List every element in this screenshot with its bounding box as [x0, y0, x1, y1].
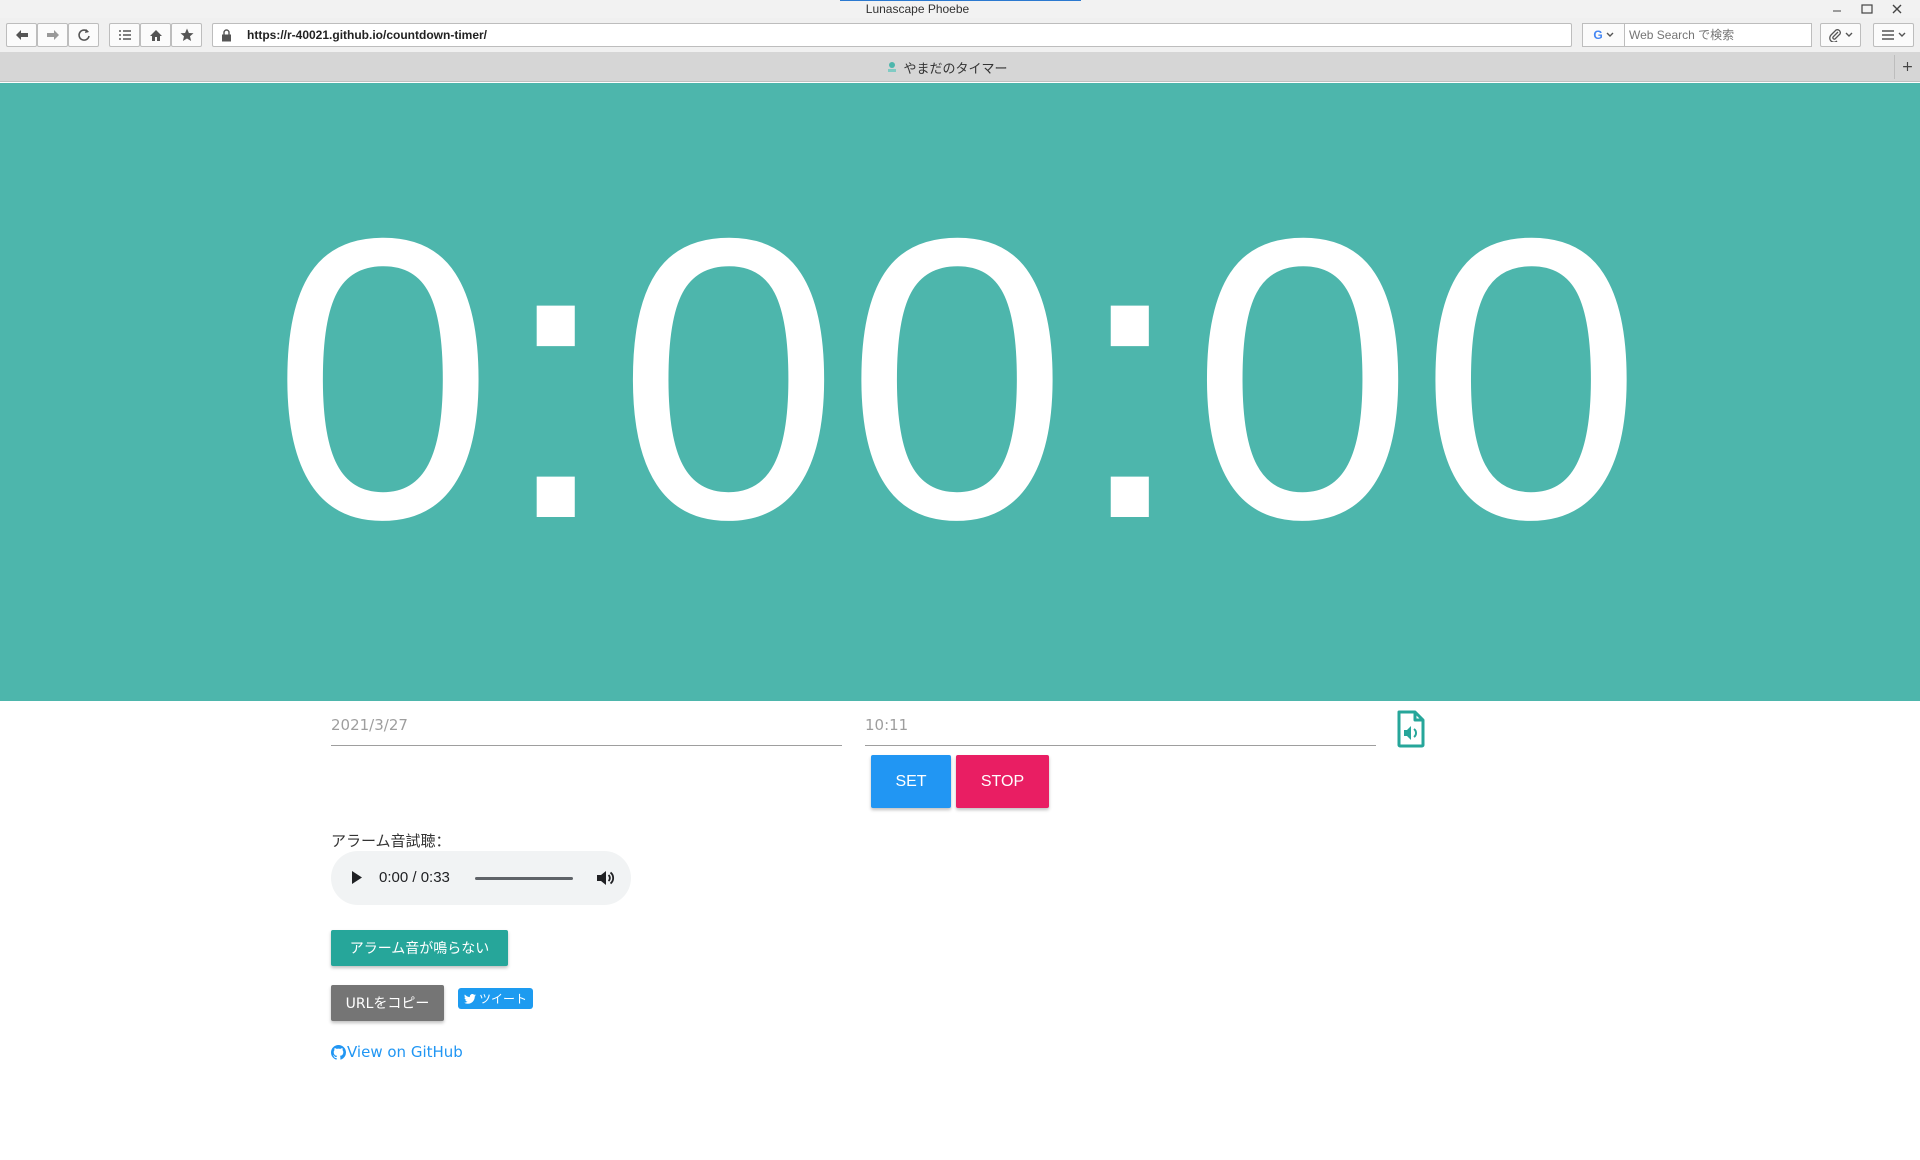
browser-toolbar: https://r-40021.github.io/countdown-time… — [0, 18, 1920, 52]
close-window-button[interactable] — [1882, 1, 1912, 17]
countdown-display: 0:00:00 — [271, 155, 1649, 602]
search-engine-selector[interactable]: G — [1582, 23, 1624, 47]
audio-progress-slider[interactable] — [475, 877, 573, 880]
time-value: 10:11 — [865, 716, 909, 734]
paperclip-icon — [1828, 29, 1841, 42]
tab-active[interactable]: やまだのタイマー — [0, 52, 1894, 82]
maximize-button[interactable] — [1852, 1, 1882, 17]
audio-time: 0:00 / 0:33 — [379, 869, 450, 886]
clip-button[interactable] — [1820, 23, 1861, 47]
favorites-button[interactable] — [171, 23, 202, 47]
forward-button[interactable] — [37, 23, 68, 47]
window-titlebar: Lunascape Phoebe — [0, 0, 1920, 18]
titlebar-accent-line — [840, 0, 1081, 1]
alarm-not-ringing-button[interactable]: アラーム音が鳴らない — [331, 930, 508, 966]
back-arrow-icon — [15, 30, 28, 40]
github-icon — [331, 1044, 346, 1060]
date-input[interactable]: 2021/3/27 — [331, 710, 842, 746]
window-controls — [1822, 1, 1912, 17]
volume-icon[interactable] — [595, 868, 615, 888]
reload-icon — [77, 29, 90, 41]
reload-button[interactable] — [68, 23, 99, 47]
stop-button[interactable]: STOP — [956, 755, 1049, 808]
reading-list-button[interactable] — [109, 23, 140, 47]
github-link-label: View on GitHub — [347, 1043, 463, 1061]
alarm-preview-label: アラーム音試聴： — [331, 832, 451, 850]
home-icon — [149, 29, 162, 41]
close-icon — [1892, 4, 1902, 14]
star-icon — [180, 28, 193, 41]
maximize-icon — [1861, 4, 1873, 14]
tab-bar: やまだのタイマー + — [0, 52, 1920, 82]
main-menu-button[interactable] — [1873, 23, 1914, 47]
lock-icon — [222, 29, 231, 42]
minimize-icon — [1833, 10, 1841, 12]
window-title: Lunascape Phoebe — [865, 2, 970, 16]
chevron-down-icon — [1606, 32, 1614, 37]
list-icon — [118, 30, 131, 40]
new-tab-button[interactable]: + — [1894, 55, 1920, 79]
hamburger-menu-icon — [1881, 30, 1894, 40]
github-link[interactable]: View on GitHub — [331, 1043, 463, 1061]
copy-url-button[interactable]: URLをコピー — [331, 985, 444, 1021]
time-input[interactable]: 10:11 — [865, 710, 1376, 746]
date-value: 2021/3/27 — [331, 716, 408, 734]
favicon-icon — [888, 62, 897, 72]
twitter-bird-icon — [463, 993, 476, 1004]
play-icon[interactable] — [351, 870, 363, 885]
audio-file-icon[interactable] — [1396, 710, 1426, 748]
timer-panel: 0:00:00 — [0, 83, 1920, 701]
forward-arrow-icon — [46, 30, 59, 40]
set-button[interactable]: SET — [871, 755, 951, 808]
chevron-down-icon — [1845, 32, 1852, 37]
tweet-label: ツイート — [478, 992, 527, 1006]
minimize-button[interactable] — [1822, 1, 1852, 17]
address-bar[interactable]: https://r-40021.github.io/countdown-time… — [212, 23, 1572, 47]
address-url: https://r-40021.github.io/countdown-time… — [247, 28, 487, 42]
google-icon: G — [1593, 28, 1603, 42]
chevron-down-icon — [1898, 32, 1905, 37]
tab-title: やまだのタイマー — [903, 61, 1008, 77]
web-search-input[interactable] — [1624, 23, 1812, 47]
back-button[interactable] — [6, 23, 37, 47]
audio-player: 0:00 / 0:33 — [331, 851, 631, 905]
home-button[interactable] — [140, 23, 171, 47]
tweet-button[interactable]: ツイート — [458, 988, 533, 1009]
